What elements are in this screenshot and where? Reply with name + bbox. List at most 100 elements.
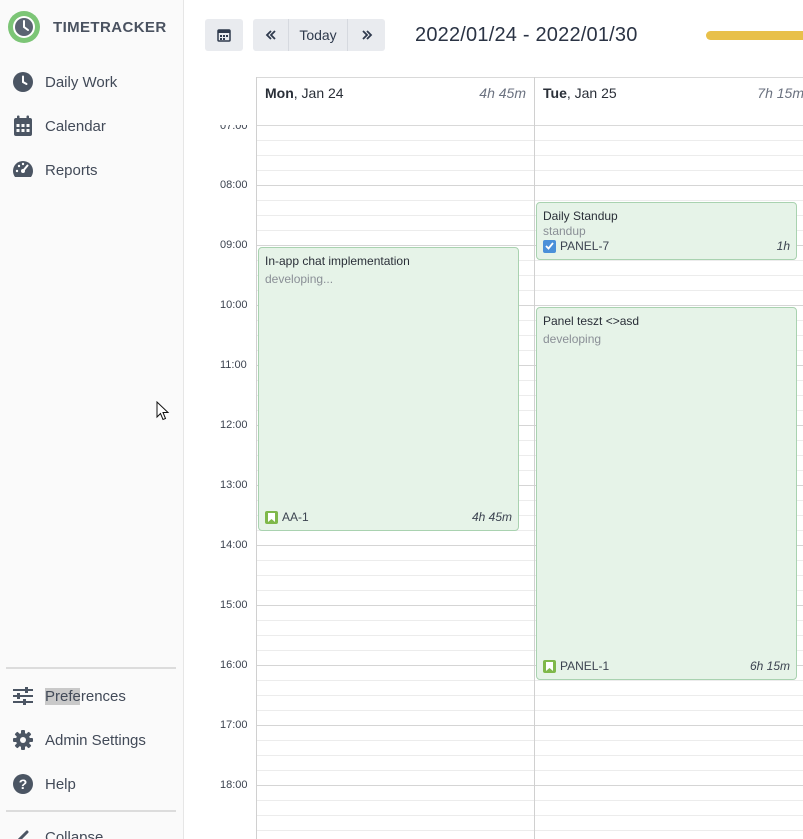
sidebar-item-label: Collapse (45, 828, 104, 839)
time-label: 07:00 (220, 120, 248, 132)
event-duration: 1h (776, 239, 790, 253)
time-label: 16:00 (220, 659, 248, 671)
collapse-icon (12, 826, 34, 839)
checkbox-icon (543, 239, 556, 253)
event-title: Daily Standup (543, 209, 618, 223)
week-progress-bar (706, 31, 803, 40)
day-date: , Jan 25 (566, 85, 617, 101)
gauge-icon (12, 159, 34, 181)
event-card[interactable]: In-app chat implementation developing...… (258, 247, 519, 531)
event-subtitle: developing (543, 332, 602, 346)
quarter-line (257, 695, 803, 696)
calendar-grid: Mon, Jan 24 4h 45m Tue, Jan 25 7h 15m 07… (185, 77, 803, 839)
app-title: TIMETRACKER (53, 18, 167, 36)
day-name: Tue, Jan 25 (543, 85, 617, 101)
quarter-line (257, 200, 803, 201)
gear-icon (12, 729, 34, 751)
time-label: 11:00 (220, 359, 247, 371)
quarter-line (257, 710, 803, 711)
quarter-line (257, 800, 803, 801)
time-label: 18:00 (220, 779, 248, 791)
quarter-line (257, 140, 803, 141)
quarter-line (257, 680, 803, 681)
event-tag: PANEL-1 (543, 659, 609, 673)
day-header-mon[interactable]: Mon, Jan 24 4h 45m (257, 77, 534, 126)
event-duration: 4h 45m (471, 510, 512, 524)
logo-clock-icon (8, 11, 40, 43)
prev-week-button[interactable] (253, 19, 289, 51)
sidebar-item-preferences[interactable]: Preferences (12, 685, 126, 707)
time-label: 12:00 (220, 419, 248, 431)
day-divider (534, 77, 535, 839)
quarter-line (257, 170, 803, 171)
time-label: 09:00 (220, 239, 248, 251)
event-title: Panel teszt <>asd (543, 314, 640, 328)
time-label: 15:00 (220, 599, 248, 611)
sidebar-item-help[interactable]: ? Help (12, 773, 76, 795)
weekday: Mon (265, 85, 294, 101)
quarter-line (257, 755, 803, 756)
event-subtitle: standup (543, 224, 586, 238)
event-tag-label: AA-1 (282, 510, 309, 524)
quarter-line (257, 740, 803, 741)
hour-line (257, 185, 803, 186)
time-label: 17:00 (220, 719, 248, 731)
day-date: , Jan 24 (293, 85, 344, 101)
quarter-line (257, 830, 803, 831)
sidebar-item-label: Help (45, 775, 76, 793)
sidebar-item-label: Calendar (45, 117, 106, 135)
sidebar-item-label: Reports (45, 161, 98, 179)
hour-line (257, 725, 803, 726)
quarter-line (257, 155, 803, 156)
time-label: 08:00 (220, 179, 248, 191)
weekday: Tue (543, 85, 567, 101)
week-navigation: Today (253, 19, 385, 51)
next-week-button[interactable] (348, 19, 385, 51)
day-total: 4h 45m (479, 85, 526, 101)
double-chevron-left-icon (265, 30, 276, 40)
sidebar-divider (6, 667, 176, 669)
event-card[interactable]: Panel teszt <>asd developing PANEL-1 6h … (536, 307, 797, 680)
event-duration: 6h 15m (749, 659, 790, 673)
day-header-tue[interactable]: Tue, Jan 25 7h 15m (535, 77, 803, 126)
event-tag: AA-1 (265, 510, 309, 524)
time-label: 10:00 (220, 299, 248, 311)
calendar-icon (217, 29, 231, 42)
sidebar-item-reports[interactable]: Reports (12, 159, 98, 181)
sliders-icon (12, 685, 34, 707)
double-chevron-right-icon (361, 30, 372, 40)
sidebar-item-label: Admin Settings (45, 731, 146, 749)
sidebar-item-calendar[interactable]: Calendar (12, 115, 106, 137)
sidebar-item-label: Preferences (45, 687, 126, 705)
date-range-label: 2022/01/24 - 2022/01/30 (415, 24, 638, 46)
day-name: Mon, Jan 24 (265, 85, 344, 101)
sidebar-item-label: Daily Work (45, 73, 118, 91)
event-title: In-app chat implementation (265, 254, 410, 268)
sidebar-item-admin-settings[interactable]: Admin Settings (12, 729, 146, 751)
logo[interactable]: TIMETRACKER (7, 10, 167, 44)
sidebar-item-collapse[interactable]: Collapse (12, 826, 103, 839)
quarter-line (257, 770, 803, 771)
app-window: TIMETRACKER Daily Work Calendar Reports (0, 0, 803, 839)
day-total: 7h 15m (757, 85, 803, 101)
sidebar-item-daily-work[interactable]: Daily Work (12, 71, 117, 93)
today-button[interactable]: Today (289, 19, 348, 51)
svg-text:?: ? (19, 776, 28, 792)
event-tag-label: PANEL-1 (560, 659, 610, 673)
bookmark-icon (265, 510, 278, 524)
date-picker-button[interactable] (205, 19, 243, 51)
event-tag: PANEL-7 (543, 239, 609, 253)
bookmark-icon (543, 659, 556, 673)
mouse-cursor-icon (156, 401, 170, 421)
clock-icon (12, 71, 34, 93)
event-tag-label: PANEL-7 (560, 239, 610, 253)
calendar-icon (12, 115, 34, 137)
hour-line (257, 785, 803, 786)
event-subtitle: developing... (265, 272, 334, 286)
help-icon: ? (12, 773, 34, 795)
quarter-line (257, 815, 803, 816)
event-card[interactable]: Daily Standup standup PANEL-7 1h (536, 202, 797, 260)
sidebar-divider (6, 810, 176, 812)
day-divider (256, 77, 257, 839)
time-label: 14:00 (220, 539, 248, 551)
